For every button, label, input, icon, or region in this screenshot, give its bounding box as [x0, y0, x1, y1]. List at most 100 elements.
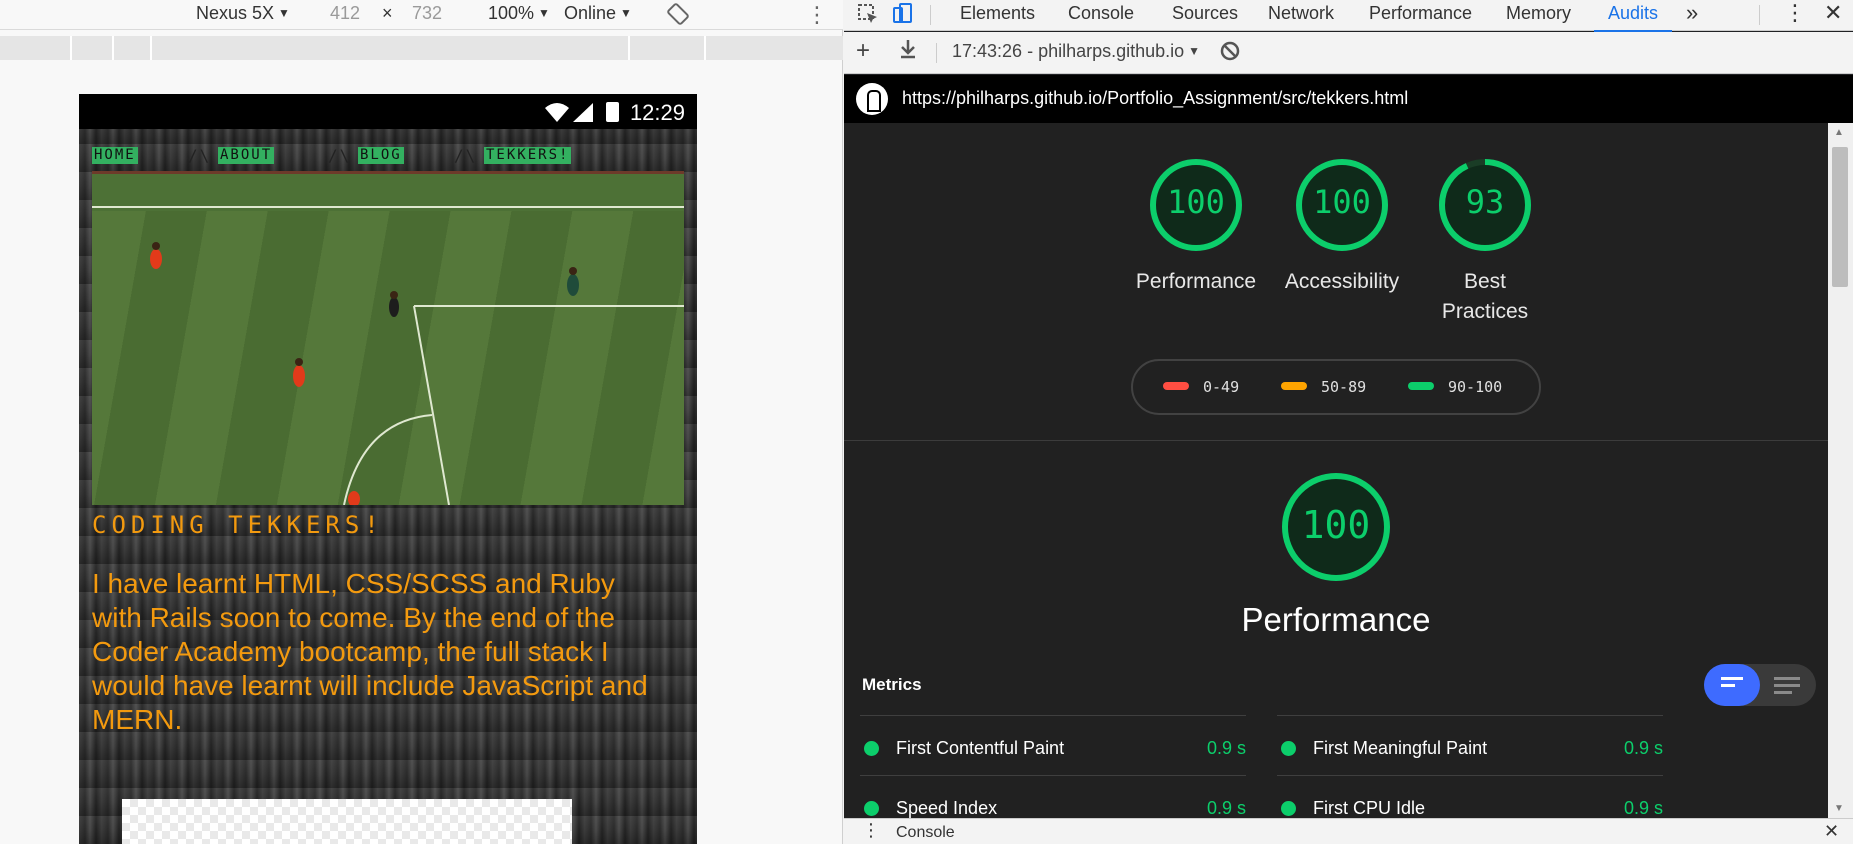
- section-divider: [844, 440, 1828, 441]
- gauge-score: 93: [1465, 183, 1505, 221]
- chevron-down-icon: ▼: [278, 6, 290, 20]
- audit-report-label: 17:43:26 - philharps.github.io: [952, 41, 1185, 61]
- download-icon[interactable]: [898, 38, 918, 65]
- phone-time: 12:29: [629, 100, 685, 125]
- ruler-segment: [150, 36, 152, 60]
- category-gauge-performance: 100: [1280, 471, 1392, 583]
- report-scrollbar[interactable]: ▲ ▼: [1828, 123, 1853, 818]
- tab-sources[interactable]: Sources: [1172, 3, 1238, 24]
- metric-row: First Contentful Paint 0.9 s: [860, 715, 1246, 775]
- metric-value: 0.9 s: [1623, 798, 1663, 818]
- gauge-performance[interactable]: 100 Performance: [1130, 157, 1262, 297]
- scrollbar-thumb[interactable]: [1832, 147, 1848, 287]
- legend-range: 90-100: [1448, 378, 1503, 396]
- audit-report-select[interactable]: 17:43:26 - philharps.github.io ▼: [952, 41, 1200, 62]
- tab-audits[interactable]: Audits: [1593, 3, 1673, 32]
- tab-memory[interactable]: Memory: [1506, 3, 1571, 24]
- gauge-score: 100: [1313, 183, 1371, 221]
- close-icon[interactable]: ✕: [1824, 821, 1839, 842]
- phone-viewport: 12:29 HOME /\ ABOUT /\ BLOG /\ TEKKERS!: [79, 94, 697, 844]
- scroll-down-icon[interactable]: ▼: [1834, 803, 1844, 814]
- lighthouse-report: 100 Performance 100 Accessibility 93 Bes…: [844, 123, 1828, 818]
- nav-link-tekkers[interactable]: TEKKERS!: [484, 147, 572, 164]
- metrics-view-toggle[interactable]: [1704, 664, 1816, 706]
- scroll-up-icon[interactable]: ▲: [1834, 127, 1844, 138]
- more-tabs-icon[interactable]: »: [1686, 0, 1698, 26]
- legend-item-pass: 90-100: [1408, 378, 1502, 396]
- ruler-segment: [70, 36, 72, 60]
- score-legend: 0-49 50-89 90-100: [1131, 359, 1541, 415]
- drawer-tab-console[interactable]: Console: [896, 824, 955, 842]
- legend-range: 50-89: [1321, 378, 1367, 396]
- phone-status-bar: 12:29: [79, 94, 697, 129]
- gauge-label: Accessibility: [1284, 270, 1400, 293]
- device-emulation-pane: Nexus 5X ▼ 412 × 732 100% ▼ Online ▼ ⋮ 12:2…: [0, 0, 843, 844]
- lighthouse-logo-icon: [856, 83, 888, 115]
- expanded-view-icon[interactable]: [1774, 677, 1800, 698]
- report-url[interactable]: https://philharps.github.io/Portfolio_As…: [902, 88, 1408, 109]
- metric-name: First Meaningful Paint: [1313, 738, 1488, 758]
- chevron-down-icon: ▼: [1188, 44, 1201, 58]
- tab-performance[interactable]: Performance: [1369, 3, 1472, 24]
- battery-icon: [606, 102, 619, 122]
- gauge-score: 100: [1167, 183, 1225, 221]
- toolbar-divider: [930, 5, 931, 25]
- website-content: HOME /\ ABOUT /\ BLOG /\ TEKKERS! CODING…: [79, 129, 697, 844]
- gauge-best-practices[interactable]: 93 Best Practices: [1422, 157, 1548, 327]
- nav-link-blog[interactable]: BLOG: [358, 147, 404, 164]
- report-url-bar: https://philharps.github.io/Portfolio_As…: [844, 75, 1853, 123]
- metric-name: First CPU Idle: [1313, 798, 1426, 818]
- tab-elements[interactable]: Elements: [960, 3, 1035, 24]
- inspect-element-icon[interactable]: [856, 2, 880, 32]
- metric-value: 0.9 s: [1623, 738, 1663, 758]
- clear-icon[interactable]: [1219, 40, 1241, 67]
- console-drawer: ⋮ Console ✕: [844, 818, 1853, 844]
- toolbar-divider: [1759, 5, 1760, 25]
- add-audit-button[interactable]: +: [856, 37, 870, 65]
- zoom-value: 100%: [488, 3, 535, 23]
- metrics-heading: Metrics: [862, 675, 922, 694]
- image-placeholder: [122, 799, 572, 844]
- rotate-icon[interactable]: [666, 2, 690, 31]
- more-options-icon[interactable]: ⋮: [1784, 0, 1806, 26]
- metric-row: First CPU Idle 0.9 s: [1277, 775, 1663, 818]
- device-toggle-icon[interactable]: [890, 2, 914, 32]
- gauge-label: Best Practices: [1441, 270, 1529, 323]
- site-paragraph: I have learnt HTML, CSS/SCSS and Ruby wi…: [92, 568, 648, 735]
- legend-item-fail: 0-49: [1163, 378, 1239, 396]
- nav-link-about[interactable]: ABOUT: [218, 147, 275, 164]
- zoom-select[interactable]: 100% ▼: [488, 3, 550, 24]
- metric-row: First Meaningful Paint 0.9 s: [1277, 715, 1663, 775]
- gauge-accessibility[interactable]: 100 Accessibility: [1274, 157, 1410, 297]
- ruler-segment: [628, 36, 630, 60]
- ruler-segment: [704, 36, 706, 60]
- compact-view-icon: [1721, 677, 1743, 691]
- tab-network[interactable]: Network: [1268, 3, 1334, 24]
- pass-dot-icon: [864, 801, 879, 816]
- football-pitch-image: [92, 171, 684, 505]
- legend-item-average: 50-89: [1281, 378, 1366, 396]
- media-query-ruler[interactable]: [0, 36, 843, 60]
- category-title: Performance: [1241, 601, 1431, 638]
- network-select[interactable]: Online ▼: [564, 3, 632, 24]
- player-figure: [150, 242, 579, 505]
- width-input[interactable]: 412: [330, 3, 360, 24]
- more-options-icon[interactable]: ⋮: [806, 2, 828, 28]
- audits-toolbar: + 17:43:26 - philharps.github.io ▼: [844, 32, 1853, 74]
- toolbar-divider: [936, 43, 937, 63]
- drawer-menu-icon[interactable]: ⋮: [862, 820, 880, 841]
- device-select[interactable]: Nexus 5X ▼: [196, 3, 290, 24]
- tab-console[interactable]: Console: [1068, 3, 1134, 24]
- pass-dot-icon: [1281, 741, 1296, 756]
- gauge-label: Performance: [1135, 270, 1257, 293]
- legend-range: 0-49: [1203, 378, 1240, 396]
- devtools-panel: Elements Console Sources Network Perform…: [844, 0, 1853, 844]
- nav-link-home[interactable]: HOME: [92, 147, 138, 164]
- wifi-icon: [545, 103, 569, 122]
- close-icon[interactable]: ✕: [1824, 0, 1842, 26]
- height-input[interactable]: 732: [412, 3, 442, 24]
- ruler-segment: [112, 36, 114, 60]
- metric-name: Speed Index: [896, 798, 998, 818]
- legend-swatch: [1163, 382, 1189, 390]
- toggle-compact-view[interactable]: [1704, 664, 1760, 706]
